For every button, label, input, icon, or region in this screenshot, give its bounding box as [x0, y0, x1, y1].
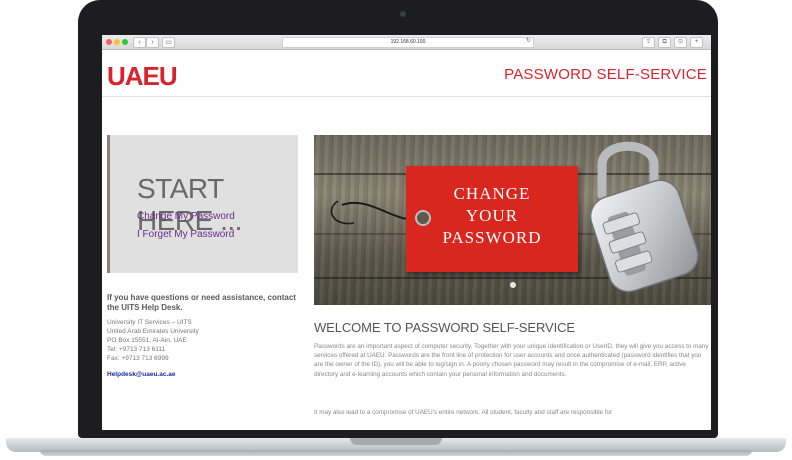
forgot-password-link[interactable]: I Forget My Password [137, 229, 234, 240]
welcome-paragraph: It may also lead to a compromise of UAEU… [314, 409, 613, 416]
tag-text: YOUR [465, 206, 519, 225]
laptop-base-foot [40, 450, 752, 456]
change-password-link[interactable]: Change My Password [137, 211, 235, 222]
share-icon[interactable]: ⇪ [642, 37, 655, 48]
help-intro: If you have questions or need assistance… [107, 293, 296, 312]
help-desk-info: If you have questions or need assistance… [107, 293, 297, 381]
new-tab-icon[interactable]: + [690, 37, 703, 48]
help-line: University IT Services – UITS [107, 319, 192, 326]
tag-text: PASSWORD [442, 228, 542, 247]
downloads-icon[interactable]: ⊙ [674, 37, 687, 48]
forward-icon[interactable]: › [146, 37, 159, 48]
minimize-window-button[interactable] [114, 39, 120, 45]
help-line: Tel: +9713 713 6111 [107, 346, 166, 353]
tag-text: CHANGE [453, 184, 531, 203]
carousel-dot[interactable] [510, 282, 516, 288]
welcome-heading: WELCOME TO PASSWORD SELF-SERVICE [314, 320, 575, 335]
helpdesk-email-link[interactable]: Helpdesk@uaeu.ac.ae [107, 371, 175, 378]
help-line: PO Box 15551, Al-Ain, UAE [107, 337, 187, 344]
laptop-screen: ‹ › ▭ 192.168.60.100 ↻ ⇪ ⧉ ⊙ + UAEU PASS… [102, 35, 711, 430]
uaeu-logo[interactable]: UAEU [107, 61, 178, 92]
reload-icon[interactable]: ↻ [523, 37, 534, 46]
browser-toolbar: ‹ › ▭ 192.168.60.100 ↻ ⇪ ⧉ ⊙ + [102, 35, 711, 50]
url-bar[interactable]: 192.168.60.100 [282, 37, 534, 48]
padlock-icon [589, 141, 699, 293]
tabs-icon[interactable]: ⧉ [658, 37, 671, 48]
site-header: UAEU PASSWORD SELF-SERVICE [102, 50, 711, 97]
help-line: Fax: +9713 713 6999 [107, 355, 169, 362]
start-here-panel: START HERE ... Change My Password I Forg… [107, 135, 298, 273]
welcome-paragraph: Passwords are an important aspect of com… [314, 343, 709, 378]
sidebar-icon[interactable]: ▭ [162, 37, 175, 48]
back-icon[interactable]: ‹ [133, 37, 146, 48]
close-window-button[interactable] [106, 39, 112, 45]
laptop-notch [350, 438, 442, 445]
help-line: United Arab Emirates University [107, 328, 199, 335]
zoom-window-button[interactable] [122, 39, 128, 45]
camera-icon [400, 11, 406, 17]
change-password-tag: CHANGE YOUR PASSWORD [406, 166, 578, 272]
start-here-title: START HERE ... [137, 173, 242, 236]
hero-banner: CHANGE YOUR PASSWORD [314, 135, 711, 305]
page-title: PASSWORD SELF-SERVICE [504, 66, 707, 83]
